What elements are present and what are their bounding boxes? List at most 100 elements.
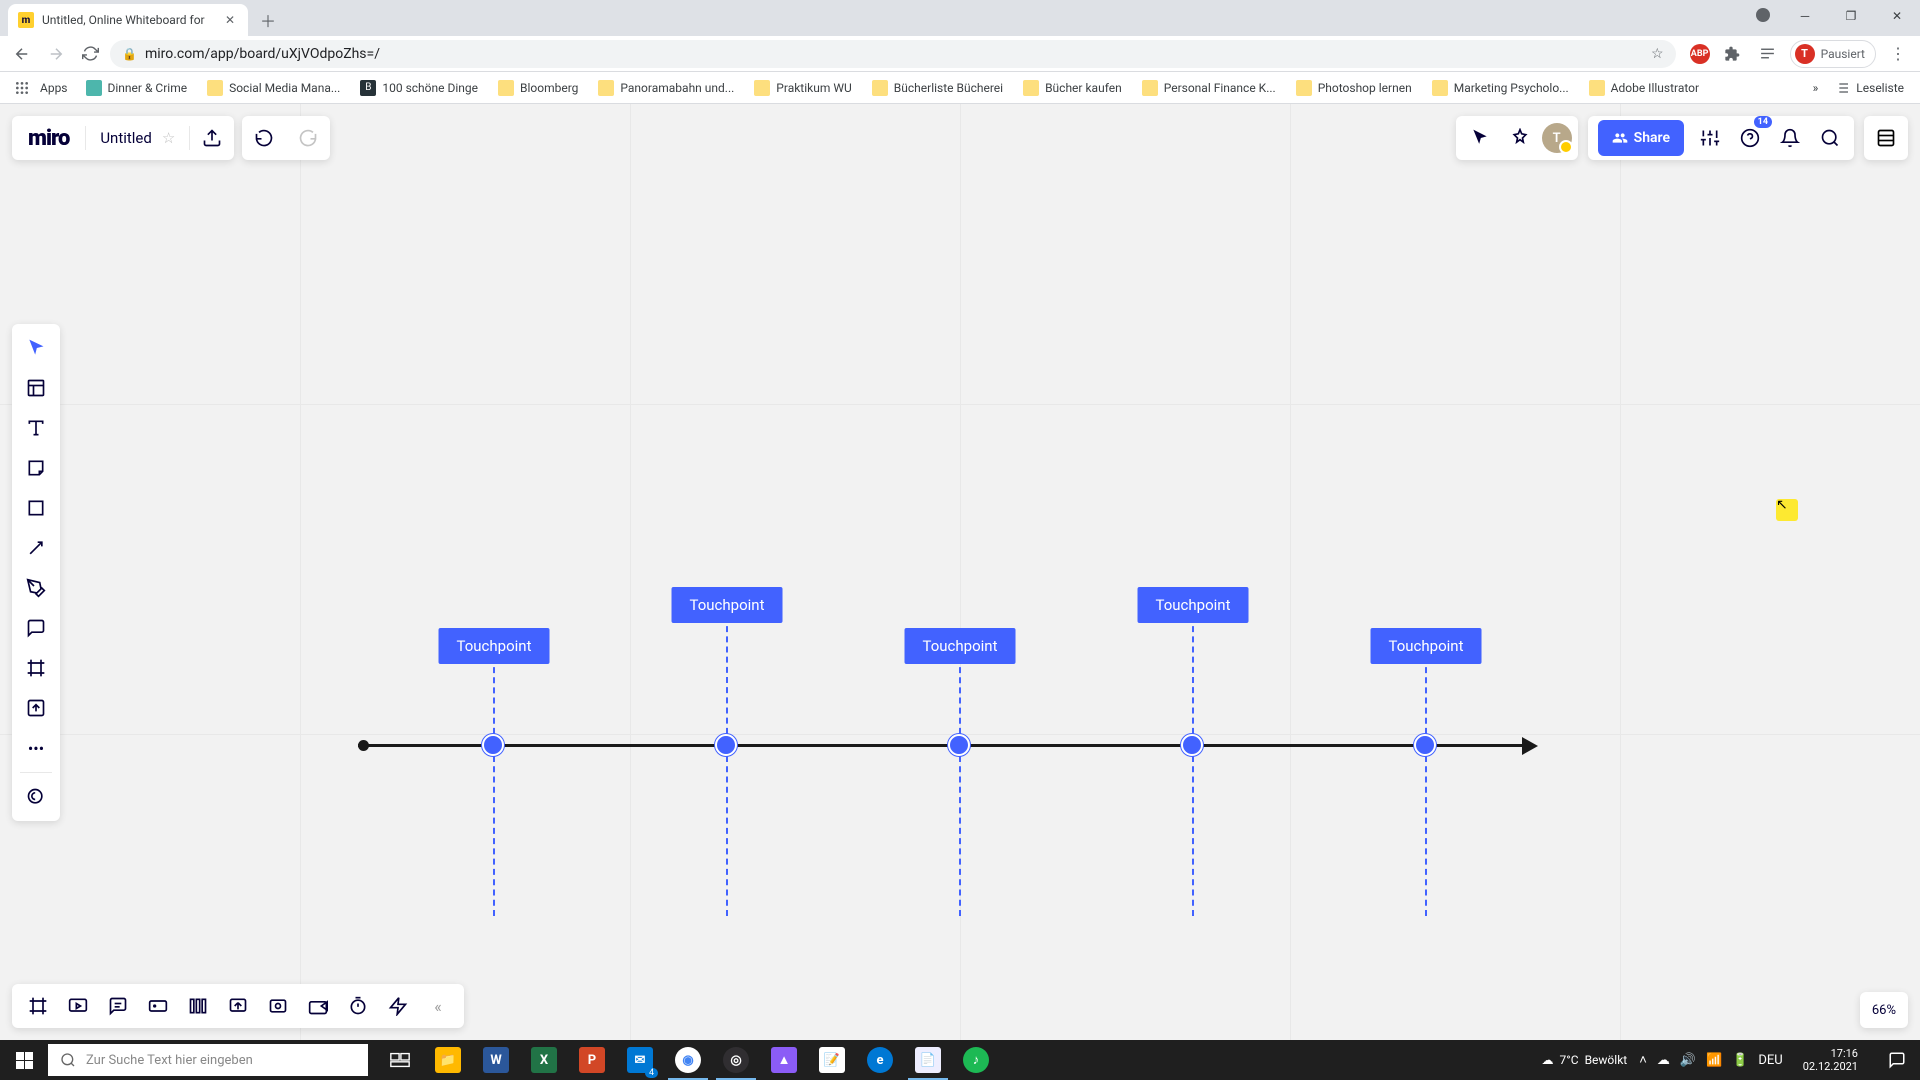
wifi-icon[interactable]: 📶 xyxy=(1706,1053,1722,1068)
bell-icon[interactable] xyxy=(1772,120,1808,156)
export-button[interactable] xyxy=(190,116,234,160)
touchpoint-connector[interactable] xyxy=(959,657,961,744)
bookmark-item[interactable]: Social Media Mana... xyxy=(199,76,348,100)
touchpoint-node[interactable] xyxy=(1181,734,1203,756)
touchpoint-connector[interactable] xyxy=(726,756,728,916)
bookmark-item[interactable]: Marketing Psycholo... xyxy=(1424,76,1577,100)
app-icon[interactable]: ▲ xyxy=(760,1040,808,1080)
start-button[interactable] xyxy=(0,1040,48,1080)
touchpoint-label[interactable]: Touchpoint xyxy=(439,628,550,664)
task-view-icon[interactable] xyxy=(376,1040,424,1080)
touchpoint-connector[interactable] xyxy=(726,616,728,744)
reading-list-button[interactable]: Leseliste xyxy=(1826,76,1912,100)
cursor-tool-icon[interactable] xyxy=(1462,120,1498,156)
frame-tool[interactable] xyxy=(12,648,60,688)
board-name[interactable]: Untitled ☆ xyxy=(86,129,189,147)
frames-panel-icon[interactable] xyxy=(18,986,58,1026)
chevron-up-icon[interactable]: ˄ xyxy=(1639,1052,1647,1068)
timeline-axis[interactable] xyxy=(358,744,1522,747)
pen-tool[interactable] xyxy=(12,568,60,608)
address-bar[interactable]: 🔒 miro.com/app/board/uXjVOdpoZhs=/ ☆ xyxy=(110,40,1676,68)
bookmark-item[interactable]: Bücher kaufen xyxy=(1015,76,1130,100)
collapse-toolbar-icon[interactable]: « xyxy=(418,986,458,1026)
new-tab-button[interactable]: ＋ xyxy=(254,6,282,34)
file-explorer-icon[interactable]: 📁 xyxy=(424,1040,472,1080)
touchpoint-connector[interactable] xyxy=(1192,756,1194,916)
reload-button[interactable] xyxy=(76,40,104,68)
obs-icon[interactable]: ◎ xyxy=(712,1040,760,1080)
voting-icon[interactable] xyxy=(298,986,338,1026)
touchpoint-connector[interactable] xyxy=(959,756,961,916)
taskbar-clock[interactable]: 17:16 02.12.2021 xyxy=(1795,1047,1866,1073)
apps-tool[interactable] xyxy=(12,777,60,817)
notification-center-icon[interactable] xyxy=(1878,1040,1916,1080)
timeline-arrow-icon[interactable] xyxy=(1522,737,1538,755)
word-icon[interactable]: W xyxy=(472,1040,520,1080)
history-icon[interactable] xyxy=(178,986,218,1026)
bookmark-item[interactable]: Panoramabahn und... xyxy=(590,76,742,100)
browser-menu-icon[interactable]: ⋮ xyxy=(1884,40,1912,68)
miro-canvas[interactable]: Touchpoint Touchpoint Touchpoint Touchpo… xyxy=(0,104,1920,1040)
bookmark-apps-label[interactable]: Apps xyxy=(40,81,68,95)
touchpoint-label[interactable]: Touchpoint xyxy=(1138,587,1249,623)
touchpoint-connector[interactable] xyxy=(493,657,495,744)
reactions-icon[interactable] xyxy=(1502,120,1538,156)
templates-tool[interactable] xyxy=(12,368,60,408)
screen-share-icon[interactable] xyxy=(218,986,258,1026)
close-window-button[interactable]: ✕ xyxy=(1874,0,1920,32)
touchpoint-connector[interactable] xyxy=(1425,756,1427,916)
line-tool[interactable] xyxy=(12,528,60,568)
user-avatar[interactable]: T xyxy=(1542,123,1572,153)
notepad-icon[interactable]: 📄 xyxy=(904,1040,952,1080)
activity-panel-button[interactable] xyxy=(1864,116,1908,160)
card-icon[interactable] xyxy=(138,986,178,1026)
touchpoint-node[interactable] xyxy=(482,734,504,756)
help-icon[interactable]: 14 xyxy=(1732,120,1768,156)
bookmark-item[interactable]: Praktikum WU xyxy=(746,76,859,100)
presentation-icon[interactable] xyxy=(58,986,98,1026)
abp-extension-icon[interactable]: ABP xyxy=(1690,44,1710,64)
share-button[interactable]: Share xyxy=(1598,120,1684,156)
touchpoint-label[interactable]: Touchpoint xyxy=(905,628,1016,664)
minimize-button[interactable]: ─ xyxy=(1782,0,1828,32)
settings-icon[interactable] xyxy=(1692,120,1728,156)
apps-button[interactable] xyxy=(8,74,36,102)
reading-list-icon[interactable] xyxy=(1754,40,1782,68)
language-indicator[interactable]: DEU xyxy=(1758,1053,1782,1068)
back-button[interactable] xyxy=(8,40,36,68)
search-icon[interactable] xyxy=(1812,120,1848,156)
onedrive-icon[interactable]: ☁ xyxy=(1657,1053,1670,1068)
timer-icon[interactable] xyxy=(338,986,378,1026)
spotify-icon[interactable]: ♪ xyxy=(952,1040,1000,1080)
upload-tool[interactable] xyxy=(12,688,60,728)
touchpoint-label[interactable]: Touchpoint xyxy=(1371,628,1482,664)
excel-icon[interactable]: X xyxy=(520,1040,568,1080)
touchpoint-label[interactable]: Touchpoint xyxy=(672,587,783,623)
bookmark-item[interactable]: Bloomberg xyxy=(490,76,586,100)
bookmark-item[interactable]: Dinner & Crime xyxy=(78,76,196,100)
bookmark-item[interactable]: Photoshop lernen xyxy=(1288,76,1420,100)
recording-indicator-icon[interactable] xyxy=(1756,8,1770,22)
powerpoint-icon[interactable]: P xyxy=(568,1040,616,1080)
bookmarks-overflow-icon[interactable]: » xyxy=(1809,77,1823,99)
volume-icon[interactable]: 🔊 xyxy=(1680,1053,1696,1068)
redo-button[interactable] xyxy=(286,116,330,160)
extensions-icon[interactable] xyxy=(1718,40,1746,68)
notes-icon[interactable]: 📝 xyxy=(808,1040,856,1080)
sticky-note-tool[interactable] xyxy=(12,448,60,488)
taskbar-search[interactable]: Zur Suche Text hier eingeben xyxy=(48,1044,368,1076)
profile-button[interactable]: T Pausiert xyxy=(1790,40,1876,68)
comments-panel-icon[interactable] xyxy=(98,986,138,1026)
close-tab-icon[interactable]: ✕ xyxy=(222,12,238,28)
bookmark-item[interactable]: Personal Finance K... xyxy=(1134,76,1284,100)
touchpoint-node[interactable] xyxy=(1414,734,1436,756)
comment-tool[interactable] xyxy=(12,608,60,648)
miro-logo[interactable]: miro xyxy=(12,126,85,151)
zoom-indicator[interactable]: 66% xyxy=(1860,992,1908,1028)
star-icon[interactable]: ☆ xyxy=(162,129,175,147)
bookmark-item[interactable]: B100 schöne Dinge xyxy=(352,76,486,100)
select-tool[interactable] xyxy=(12,328,60,368)
mail-icon[interactable]: ✉4 xyxy=(616,1040,664,1080)
battery-icon[interactable]: 🔋 xyxy=(1732,1053,1748,1068)
touchpoint-connector[interactable] xyxy=(1425,657,1427,744)
